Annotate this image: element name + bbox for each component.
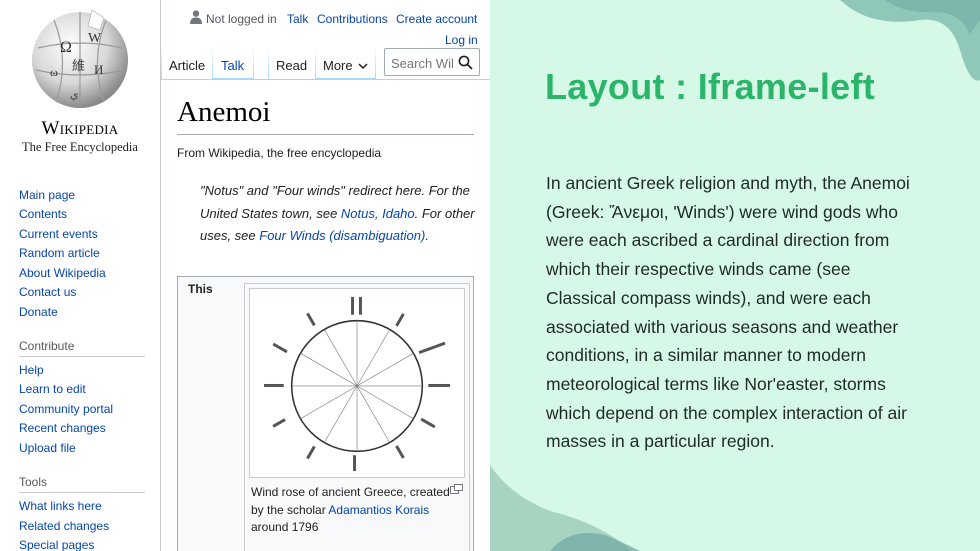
nav-about[interactable]: About Wikipedia — [19, 266, 106, 280]
chevron-down-icon — [358, 63, 368, 70]
create-account-link[interactable]: Create account — [396, 12, 477, 26]
tab-separator — [212, 46, 213, 80]
not-logged-in-label: Not logged in — [206, 12, 277, 26]
nav-upload-file[interactable]: Upload file — [19, 441, 76, 455]
nav-learn-to-edit[interactable]: Learn to edit — [19, 382, 86, 396]
nav-help[interactable]: Help — [19, 363, 44, 377]
tab-more-label: More — [323, 58, 353, 73]
tab-separator — [268, 46, 269, 80]
link-adamantios-korais[interactable]: Adamantios Korais — [328, 503, 429, 517]
wiki-logo[interactable]: Ω W И ω 維 ي Wikipedia The Free Encyclope… — [18, 8, 142, 158]
search-placeholder: Search Wikipedia — [391, 56, 453, 71]
svg-text:ي: ي — [70, 89, 79, 101]
nav-heading-contribute: Contribute — [19, 339, 75, 353]
nav-divider — [19, 492, 145, 493]
panel-title: Layout : Iframe-left — [545, 66, 876, 107]
nav-contact[interactable]: Contact us — [19, 285, 76, 299]
nav-random-article[interactable]: Random article — [19, 246, 100, 260]
infobox: This Wind rose of ancient Greece, create… — [177, 276, 474, 551]
wiki-sidebar: Ω W И ω 維 ي Wikipedia The Free Encyclope… — [0, 0, 161, 551]
decorative-blob — [490, 465, 640, 551]
nav-main-page[interactable]: Main page — [19, 188, 75, 202]
tab-separator — [161, 46, 162, 80]
tab-read[interactable]: Read — [276, 58, 307, 73]
infobox-label: This — [188, 282, 213, 296]
panel-description: In ancient Greek religion and myth, the … — [546, 173, 910, 452]
layout-panel: Layout : Iframe-left In ancient Greek re… — [490, 0, 980, 551]
enlarge-icon[interactable] — [450, 484, 463, 494]
user-icon — [190, 10, 202, 24]
nav-related-changes[interactable]: Related changes — [19, 519, 109, 533]
log-in-link[interactable]: Log in — [445, 33, 478, 47]
nav-recent-changes[interactable]: Recent changes — [19, 421, 106, 435]
link-notus-idaho[interactable]: Notus, Idaho — [341, 206, 415, 221]
search-input[interactable]: Search Wikipedia — [384, 48, 480, 76]
link-four-winds[interactable]: Four Winds (disambiguation) — [259, 228, 425, 243]
wikipedia-tagline: The Free Encyclopedia — [22, 140, 138, 154]
article-content: Anemoi From Wikipedia, the free encyclop… — [161, 79, 490, 551]
personal-talk-link[interactable]: Talk — [287, 12, 308, 26]
wikipedia-wordmark: Wikipedia — [41, 118, 119, 139]
title-divider — [177, 134, 474, 135]
site-subtitle: From Wikipedia, the free encyclopedia — [177, 146, 382, 160]
nav-contents[interactable]: Contents — [19, 207, 67, 221]
wikipedia-iframe: Ω W И ω 維 ي Wikipedia The Free Encyclope… — [0, 0, 490, 551]
nav-special-pages[interactable]: Special pages — [19, 538, 94, 551]
image-thumbnail: Wind rose of ancient Greece, created by … — [244, 283, 470, 551]
nav-divider — [19, 356, 145, 357]
svg-text:И: И — [94, 62, 103, 77]
hatnote: "Notus" and "Four winds" redirect here. … — [200, 180, 476, 248]
nav-heading-tools: Tools — [19, 475, 48, 489]
nav-community-portal[interactable]: Community portal — [19, 402, 113, 416]
tab-talk[interactable]: Talk — [221, 58, 244, 73]
page-title: Anemoi — [177, 96, 271, 128]
wind-rose-image[interactable] — [249, 288, 465, 478]
hatnote-text: . — [425, 228, 429, 243]
svg-text:維: 維 — [72, 58, 85, 73]
tab-separator — [315, 46, 316, 80]
svg-text:ω: ω — [50, 65, 58, 79]
wikipedia-globe-icon: Ω W И ω 維 ي — [32, 9, 128, 108]
svg-text:W: W — [88, 31, 102, 46]
image-caption: Wind rose of ancient Greece, created by … — [251, 484, 451, 537]
tab-separator — [253, 46, 254, 80]
caption-text: around 1796 — [251, 520, 319, 534]
nav-what-links-here[interactable]: What links here — [19, 499, 102, 513]
tab-separator — [375, 46, 376, 80]
tab-article[interactable]: Article — [169, 58, 205, 73]
nav-donate[interactable]: Donate — [19, 305, 58, 319]
search-icon[interactable] — [458, 55, 473, 70]
contributions-link[interactable]: Contributions — [317, 12, 388, 26]
nav-current-events[interactable]: Current events — [19, 227, 98, 241]
svg-text:Ω: Ω — [60, 39, 72, 56]
tab-more[interactable]: More — [323, 58, 368, 73]
